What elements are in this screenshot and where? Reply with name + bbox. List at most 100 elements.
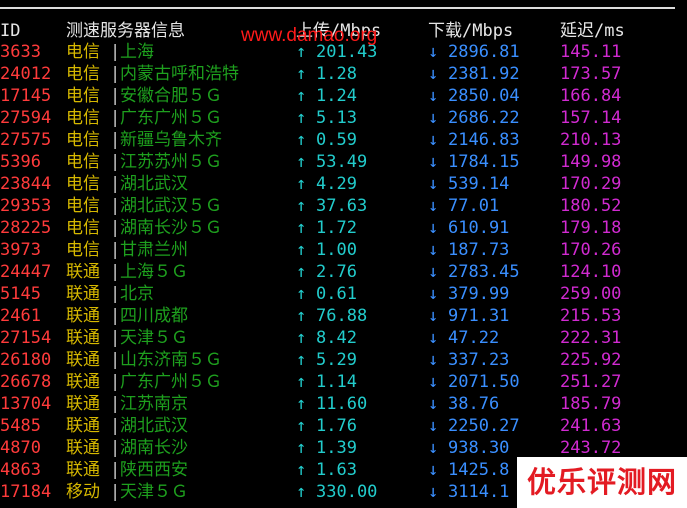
download-value: 1425.8	[448, 460, 510, 480]
upload-value: 76.88	[316, 306, 368, 326]
down-arrow-icon: ↓	[428, 196, 439, 216]
down-arrow-icon: ↓	[428, 174, 439, 194]
server-id: 5485	[0, 416, 41, 436]
server-location: 湖北武汉５Ｇ	[120, 196, 222, 216]
upload-value: 1.00	[316, 240, 357, 260]
download-value: 2381.92	[448, 64, 520, 84]
upload-value: 1.14	[316, 372, 357, 392]
upload-value: 330.00	[316, 482, 378, 502]
column-separator: |	[110, 64, 121, 84]
table-row: 5145 联通 | 北京 ↑ 0.61 ↓ 379.99 259.00	[0, 283, 687, 305]
column-separator: |	[110, 218, 121, 238]
download-value: 971.31	[448, 306, 510, 326]
table-row: 24012 电信 | 内蒙古呼和浩特 ↑ 1.28 ↓ 2381.92 173.57	[0, 63, 687, 85]
isp-name: 电信	[66, 130, 100, 150]
down-arrow-icon: ↓	[428, 394, 439, 414]
server-location: 广东广州５Ｇ	[120, 108, 222, 128]
column-separator: |	[110, 262, 121, 282]
upload-cell: ↑ 1.00	[296, 239, 357, 261]
server-id: 4870	[0, 438, 41, 458]
column-separator: |	[110, 108, 121, 128]
latency-value: 241.63	[560, 416, 622, 436]
download-cell: ↓ 2896.81	[428, 41, 520, 63]
table-row: 17145 电信 | 安徽合肥５Ｇ ↑ 1.24 ↓ 2850.04 166.84	[0, 85, 687, 107]
server-id: 27594	[0, 108, 52, 128]
table-row: 2461 联通 | 四川成都 ↑ 76.88 ↓ 971.31 215.53	[0, 305, 687, 327]
table-row: 29353 电信 | 湖北武汉５Ｇ ↑ 37.63 ↓ 77.01 180.52	[0, 195, 687, 217]
table-row: 26180 联通 | 山东济南５Ｇ ↑ 5.29 ↓ 337.23 225.92	[0, 349, 687, 371]
download-cell: ↓ 1425.8	[428, 459, 509, 481]
upload-value: 1.76	[316, 416, 357, 436]
download-cell: ↓ 47.22	[428, 327, 499, 349]
server-location: 上海	[120, 42, 154, 62]
up-arrow-icon: ↑	[296, 196, 307, 216]
up-arrow-icon: ↑	[296, 306, 307, 326]
server-location: 湖北武汉	[120, 174, 188, 194]
server-id: 24447	[0, 262, 52, 282]
site-badge-logo: 优乐评测网	[517, 457, 687, 508]
upload-value: 1.24	[316, 86, 357, 106]
down-arrow-icon: ↓	[428, 130, 439, 150]
latency-value: 157.14	[560, 108, 622, 128]
upload-value: 0.61	[316, 284, 357, 304]
latency-value: 185.79	[560, 394, 622, 414]
down-arrow-icon: ↓	[428, 306, 439, 326]
table-row: 26678 联通 | 广东广州５Ｇ ↑ 1.14 ↓ 2071.50 251.27	[0, 371, 687, 393]
upload-value: 11.60	[316, 394, 368, 414]
up-arrow-icon: ↑	[296, 152, 307, 172]
upload-cell: ↑ 5.29	[296, 349, 357, 371]
isp-name: 电信	[66, 174, 100, 194]
latency-value: 166.84	[560, 86, 622, 106]
upload-cell: ↑ 11.60	[296, 393, 367, 415]
upload-value: 4.29	[316, 174, 357, 194]
up-arrow-icon: ↑	[296, 86, 307, 106]
down-arrow-icon: ↓	[428, 460, 439, 480]
download-value: 379.99	[448, 284, 510, 304]
up-arrow-icon: ↑	[296, 64, 307, 84]
upload-value: 1.28	[316, 64, 357, 84]
server-id: 17184	[0, 482, 52, 502]
latency-value: 145.11	[560, 42, 622, 62]
upload-cell: ↑ 2.76	[296, 261, 357, 283]
down-arrow-icon: ↓	[428, 416, 439, 436]
down-arrow-icon: ↓	[428, 240, 439, 260]
server-id: 4863	[0, 460, 41, 480]
server-location: 天津５Ｇ	[120, 328, 188, 348]
down-arrow-icon: ↓	[428, 350, 439, 370]
isp-name: 联通	[66, 328, 100, 348]
server-location: 北京	[120, 284, 154, 304]
isp-name: 联通	[66, 262, 100, 282]
server-location: 安徽合肥５Ｇ	[120, 86, 222, 106]
table-row: 4870 联通 | 湖南长沙 ↑ 1.39 ↓ 938.30 243.72	[0, 437, 687, 459]
isp-name: 联通	[66, 350, 100, 370]
up-arrow-icon: ↑	[296, 284, 307, 304]
download-cell: ↓ 2783.45	[428, 261, 520, 283]
column-separator: |	[110, 416, 121, 436]
latency-value: 210.13	[560, 130, 622, 150]
download-cell: ↓ 77.01	[428, 195, 499, 217]
download-cell: ↓ 610.91	[428, 217, 509, 239]
down-arrow-icon: ↓	[428, 42, 439, 62]
table-row: 3973 电信 | 甘肃兰州 ↑ 1.00 ↓ 187.73 170.26	[0, 239, 687, 261]
server-location: 上海５Ｇ	[120, 262, 188, 282]
upload-value: 37.63	[316, 196, 368, 216]
up-arrow-icon: ↑	[296, 460, 307, 480]
upload-value: 1.72	[316, 218, 357, 238]
download-cell: ↓ 2071.50	[428, 371, 520, 393]
table-row: 13704 联通 | 江苏南京 ↑ 11.60 ↓ 38.76 185.79	[0, 393, 687, 415]
download-value: 38.76	[448, 394, 500, 414]
server-location: 湖南长沙	[120, 438, 188, 458]
upload-cell: ↑ 1.72	[296, 217, 357, 239]
isp-name: 电信	[66, 108, 100, 128]
down-arrow-icon: ↓	[428, 262, 439, 282]
download-value: 2146.83	[448, 130, 520, 150]
download-value: 2071.50	[448, 372, 520, 392]
download-value: 1784.15	[448, 152, 520, 172]
column-separator: |	[110, 328, 121, 348]
column-separator: |	[110, 350, 121, 370]
column-separator: |	[110, 130, 121, 150]
server-id: 5396	[0, 152, 41, 172]
latency-value: 173.57	[560, 64, 622, 84]
upload-cell: ↑ 5.13	[296, 107, 357, 129]
server-location: 内蒙古呼和浩特	[120, 64, 239, 84]
